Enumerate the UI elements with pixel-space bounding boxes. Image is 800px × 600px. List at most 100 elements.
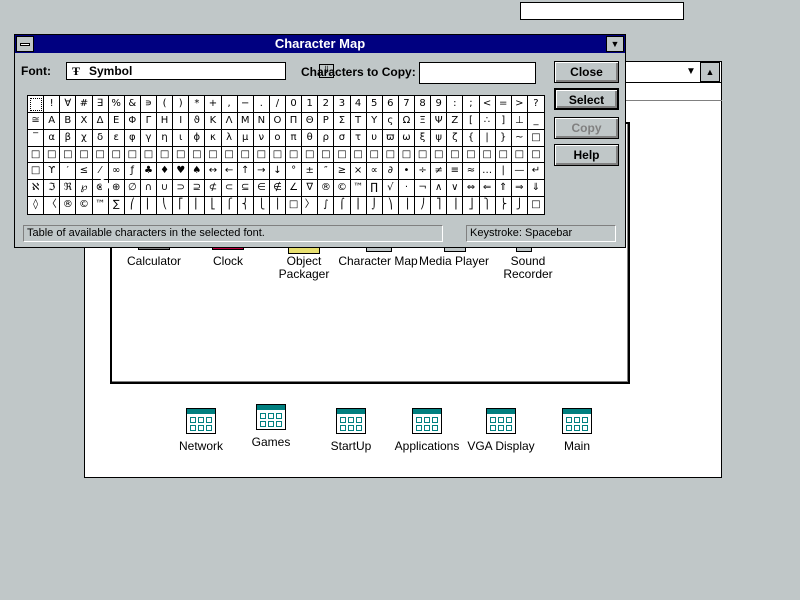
char-cell[interactable]: ⎨: [238, 197, 254, 214]
char-cell[interactable]: ρ: [318, 129, 335, 147]
chevron-down-icon[interactable]: ▼: [682, 64, 700, 80]
char-cell[interactable]: ‾: [28, 129, 45, 147]
char-cell[interactable]: ⊥: [511, 112, 528, 130]
char-cell[interactable]: □: [108, 146, 125, 164]
char-cell[interactable]: ∈: [253, 180, 270, 198]
char-cell[interactable]: ⎪: [270, 197, 286, 214]
char-cell[interactable]: ⎥: [447, 197, 464, 214]
char-cell[interactable]: −: [237, 96, 254, 113]
icon-label-clock[interactable]: Clock: [192, 255, 264, 268]
char-cell[interactable]: Λ: [221, 112, 238, 130]
char-cell[interactable]: <: [479, 96, 496, 113]
char-cell[interactable]: Τ: [350, 112, 367, 130]
char-cell[interactable]: ƒ: [124, 163, 141, 181]
char-cell[interactable]: ∀: [60, 96, 77, 113]
char-cell[interactable]: ∞: [108, 163, 125, 181]
char-cell[interactable]: ⎜: [141, 197, 157, 214]
char-cell[interactable]: □: [398, 146, 415, 164]
char-cell[interactable]: ⎡: [173, 197, 190, 214]
program-group-icon[interactable]: [562, 408, 592, 434]
char-cell[interactable]: /: [269, 96, 286, 113]
char-cell[interactable]: ♥: [173, 163, 190, 181]
char-cell[interactable]: □: [382, 146, 399, 164]
char-cell[interactable]: ∍: [140, 96, 157, 113]
char-cell[interactable]: ∇: [302, 180, 319, 198]
char-cell[interactable]: □: [253, 146, 270, 164]
char-cell[interactable]: □: [447, 146, 464, 164]
char-cell[interactable]: π: [286, 129, 303, 147]
char-cell[interactable]: ®: [318, 180, 335, 198]
char-cell[interactable]: ≈: [463, 163, 480, 181]
char-cell[interactable]: □: [350, 146, 367, 164]
char-cell[interactable]: 8: [415, 96, 432, 113]
char-cell[interactable]: Ω: [398, 112, 415, 130]
char-cell[interactable]: ↑: [237, 163, 254, 181]
char-cell[interactable]: □: [269, 146, 286, 164]
char-cell[interactable]: ⎫: [480, 197, 496, 214]
char-cell[interactable]: κ: [205, 129, 222, 147]
font-select[interactable]: Ŧ Symbol ⇓: [66, 62, 334, 80]
char-cell[interactable]: ⊄: [205, 180, 222, 198]
char-cell[interactable]: ⊂: [221, 180, 238, 198]
char-cell[interactable]: Ε: [108, 112, 125, 130]
select-button[interactable]: Select: [554, 88, 619, 110]
char-cell[interactable]: □: [366, 146, 383, 164]
char-cell[interactable]: ⌡: [367, 197, 383, 214]
char-cell[interactable]: ♣: [140, 163, 157, 181]
char-cell[interactable]: 5: [366, 96, 383, 113]
char-cell[interactable]: ,: [221, 96, 238, 113]
char-cell[interactable]: □: [286, 146, 303, 164]
char-cell[interactable]: ⌠: [334, 197, 351, 214]
char-cell[interactable]: ⎞: [383, 197, 399, 214]
char-cell[interactable]: [: [463, 112, 480, 130]
char-cell[interactable]: Χ: [76, 112, 93, 130]
char-cell[interactable]: □: [463, 146, 480, 164]
char-cell[interactable]: *: [189, 96, 206, 113]
char-cell[interactable]: ©: [334, 180, 351, 198]
system-menu-icon[interactable]: [16, 36, 34, 52]
char-cell[interactable]: □: [76, 146, 93, 164]
char-cell[interactable]: □: [28, 163, 45, 181]
char-cell[interactable]: ′: [60, 163, 77, 181]
char-cell[interactable]: Ν: [253, 112, 270, 130]
char-cell[interactable]: ∴: [479, 112, 496, 130]
char-cell[interactable]: ο: [269, 129, 286, 147]
char-cell[interactable]: Θ: [302, 112, 319, 130]
char-cell[interactable]: ζ: [447, 129, 464, 147]
char-cell[interactable]: □: [221, 146, 238, 164]
char-cell[interactable]: ÷: [415, 163, 432, 181]
char-cell[interactable]: Ι: [173, 112, 190, 130]
char-cell[interactable]: ⎢: [189, 197, 206, 214]
char-cell[interactable]: %: [108, 96, 125, 113]
char-cell[interactable]: ∧: [431, 180, 448, 198]
char-cell[interactable]: Υ: [366, 112, 383, 130]
char-cell[interactable]: ): [173, 96, 190, 113]
char-cell[interactable]: ∨: [447, 180, 464, 198]
char-cell[interactable]: ↵: [527, 163, 544, 181]
program-group-icon[interactable]: [486, 408, 516, 434]
char-cell[interactable]: +: [205, 96, 222, 113]
char-cell[interactable]: □: [140, 146, 157, 164]
char-cell[interactable]: ⎬: [496, 197, 512, 214]
char-cell[interactable]: φ: [124, 129, 141, 147]
char-cell[interactable]: β: [60, 129, 77, 147]
char-cell[interactable]: ™: [93, 197, 109, 214]
char-cell[interactable]: ⇓: [527, 180, 544, 198]
char-cell[interactable]: °: [286, 163, 303, 181]
char-cell[interactable]: Ρ: [318, 112, 335, 130]
char-cell[interactable]: Ζ: [447, 112, 464, 130]
char-cell[interactable]: ¬: [415, 180, 432, 198]
char-cell[interactable]: ·: [398, 180, 415, 198]
char-cell[interactable]: □: [479, 146, 496, 164]
char-cell[interactable]: 3: [334, 96, 351, 113]
char-cell[interactable]: ε: [108, 129, 125, 147]
char-cell[interactable]: }: [495, 129, 512, 147]
char-cell[interactable]: Φ: [124, 112, 141, 130]
char-cell[interactable]: □: [431, 146, 448, 164]
char-cell[interactable]: ⎣: [205, 197, 222, 214]
char-cell[interactable]: χ: [76, 129, 93, 147]
char-cell[interactable]: ⎝: [157, 197, 174, 214]
char-cell[interactable]: Μ: [237, 112, 254, 130]
char-cell[interactable]: ⊃: [173, 180, 190, 198]
char-cell[interactable]: □: [92, 146, 109, 164]
